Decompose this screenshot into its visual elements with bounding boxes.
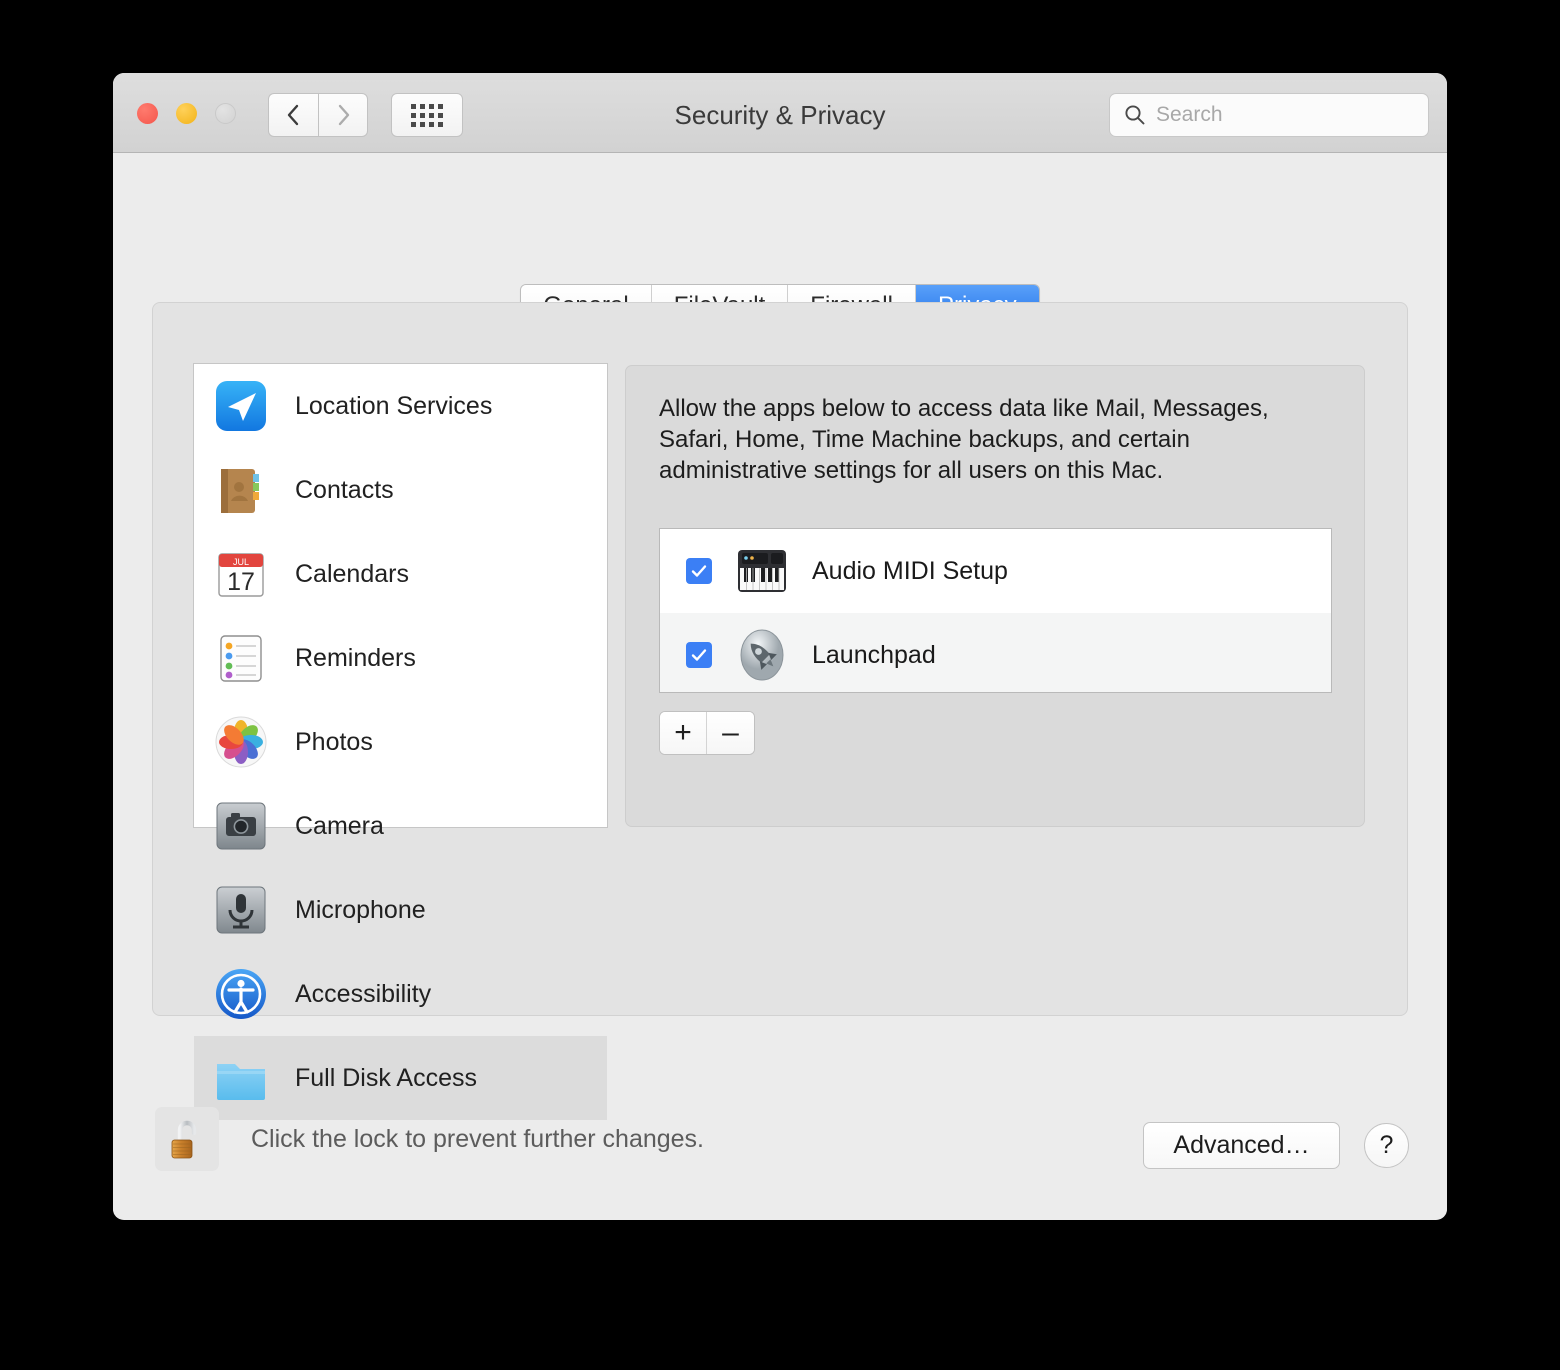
sidebar-item-label: Accessibility (295, 979, 432, 1008)
lock-button[interactable] (155, 1107, 219, 1171)
sidebar-item-calendars[interactable]: JUL 17 Calendars (194, 532, 607, 616)
app-checkbox[interactable] (686, 642, 712, 668)
help-button[interactable]: ? (1364, 1123, 1409, 1168)
list-item[interactable]: Audio MIDI Setup (660, 529, 1331, 613)
sidebar-item-contacts[interactable]: Contacts (194, 448, 607, 532)
add-app-button[interactable]: + (660, 712, 707, 754)
reminders-list-icon (212, 629, 270, 687)
list-item[interactable]: Launchpad (660, 613, 1331, 692)
camera-icon (212, 797, 270, 855)
allowed-apps-list[interactable]: Audio MIDI Setup Launchpad (659, 528, 1332, 693)
checkmark-icon (691, 565, 707, 577)
privacy-content-panel: Location Services Contacts JUL 17 Calend… (152, 302, 1408, 1120)
lock-status-text: Click the lock to prevent further change… (251, 1124, 705, 1153)
audio-midi-keyboard-icon (734, 543, 790, 599)
blue-folder-icon (212, 1049, 270, 1107)
unlocked-padlock-icon (171, 1120, 197, 1159)
search-field[interactable]: Search (1109, 93, 1429, 137)
full-disk-access-panel: Allow the apps below to access data like… (625, 365, 1365, 827)
sidebar-item-label: Contacts (295, 475, 394, 504)
lock-area: Click the lock to prevent further change… (155, 1107, 704, 1171)
calendar-icon: JUL 17 (212, 545, 270, 603)
sidebar-item-reminders[interactable]: Reminders (194, 616, 607, 700)
search-placeholder: Search (1156, 103, 1223, 126)
preferences-window: Security & Privacy Search General FileVa… (113, 73, 1447, 1220)
launchpad-rocket-icon (734, 627, 790, 683)
app-name: Launchpad (812, 640, 936, 669)
sidebar-item-microphone[interactable]: Microphone (194, 868, 607, 952)
sidebar-item-label: Camera (295, 811, 384, 840)
svg-text:JUL: JUL (233, 557, 249, 567)
location-arrow-icon (212, 377, 270, 435)
sidebar-item-label: Microphone (295, 895, 426, 924)
advanced-button[interactable]: Advanced… (1143, 1122, 1340, 1169)
svg-text:17: 17 (227, 568, 255, 596)
sidebar-item-label: Reminders (295, 643, 416, 672)
add-remove-button-group: + – (659, 711, 755, 755)
app-name: Audio MIDI Setup (812, 556, 1008, 585)
app-checkbox[interactable] (686, 558, 712, 584)
microphone-icon (212, 881, 270, 939)
sidebar-item-label: Calendars (295, 559, 409, 588)
search-icon (1125, 105, 1145, 125)
sidebar-item-photos[interactable]: Photos (194, 700, 607, 784)
sidebar-item-camera[interactable]: Camera (194, 784, 607, 868)
sidebar-item-label: Full Disk Access (295, 1063, 477, 1092)
photos-pinwheel-icon (212, 713, 270, 771)
panel-description: Allow the apps below to access data like… (659, 395, 1269, 484)
remove-app-button[interactable]: – (707, 712, 754, 754)
privacy-category-list: Location Services Contacts JUL 17 Calend… (193, 363, 608, 1120)
contacts-book-icon (212, 461, 270, 519)
sidebar-item-accessibility[interactable]: Accessibility (194, 952, 607, 1036)
accessibility-icon (212, 965, 270, 1023)
sidebar-item-label: Photos (295, 727, 373, 756)
sidebar-item-label: Location Services (295, 391, 493, 420)
checkmark-icon (691, 649, 707, 661)
window-body: General FileVault Firewall Privacy (113, 153, 1447, 1219)
window-titlebar: Security & Privacy Search (113, 73, 1447, 153)
sidebar-item-location-services[interactable]: Location Services (194, 364, 607, 448)
